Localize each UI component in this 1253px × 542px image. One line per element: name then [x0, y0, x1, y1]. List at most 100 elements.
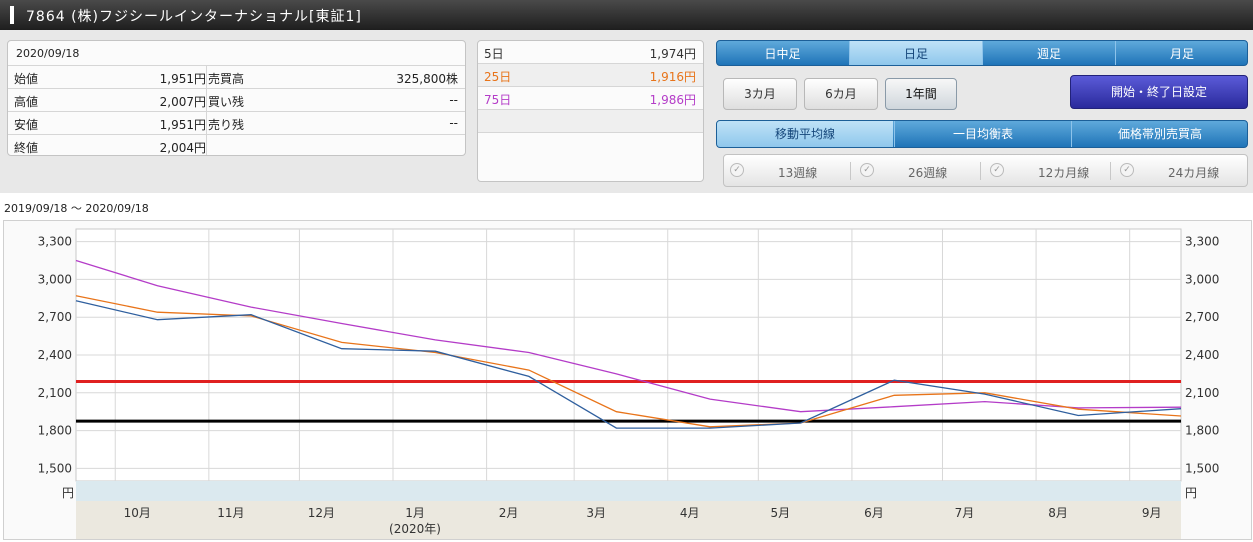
quote-row: 安値 1,951円 売り残 -- — [8, 111, 465, 134]
tab-intraday[interactable]: 日中足 — [717, 41, 848, 65]
quote-date: 2020/09/18 — [16, 47, 80, 60]
range-6m-button[interactable]: 6カ月 — [804, 78, 878, 110]
quote-value2: 325,800株 — [396, 72, 458, 86]
check-icon: ✓ — [990, 163, 1004, 177]
chart-date-range: 2019/09/18 〜 2020/09/18 — [4, 202, 149, 215]
quote-value2: -- — [449, 116, 458, 130]
x-tick-label: 7月 — [955, 506, 975, 520]
y-tick-label-left: 1,500 — [38, 461, 72, 475]
range-label: 3カ月 — [744, 87, 776, 101]
tab-weekly[interactable]: 週足 — [982, 41, 1115, 65]
x-tick-label: 6月 — [864, 506, 884, 520]
price-chart[interactable]: 3,300 3,300 3,000 3,000 2,700 2,700 2,400 2,400… — [3, 220, 1252, 540]
checkbox-label: 24カ月線 — [1168, 166, 1220, 180]
y-tick-label-left: 3,300 — [38, 235, 72, 249]
quote-row: 始値 1,951円 売買高 325,800株 — [8, 65, 465, 88]
y-tick-label-right: 2,400 — [1185, 348, 1219, 362]
ma-row-5: 5日 1,974円 — [478, 41, 703, 64]
y-tick-label-right: 2,700 — [1185, 310, 1219, 324]
x-tick-label: 3月 — [586, 506, 606, 520]
quote-label: 高値 — [14, 95, 39, 109]
y-tick-label-right: 1,800 — [1185, 424, 1219, 438]
tab-label: 月足 — [1169, 47, 1194, 61]
y-unit-right: 円 — [1185, 486, 1197, 500]
quote-card: 2020/09/18 始値 1,951円 売買高 325,800株 高値 2,0… — [7, 40, 466, 156]
chart-svg: 3,300 3,300 3,000 3,000 2,700 2,700 2,400 2,400… — [38, 228, 1219, 539]
tab-label: 日中足 — [764, 47, 801, 61]
ma-label: 25日 — [484, 70, 512, 84]
y-unit-left: 円 — [62, 486, 74, 500]
tab-label: 日足 — [903, 47, 928, 61]
ma-value: 1,986円 — [649, 93, 696, 107]
quote-value: 1,951円 — [159, 118, 206, 132]
checkbox-12m[interactable]: ✓ 12カ月線 — [984, 155, 1114, 186]
y-tick-label-right: 3,300 — [1185, 235, 1219, 249]
checkbox-label: 26週線 — [908, 166, 948, 180]
y-tick-label-right: 3,000 — [1185, 272, 1219, 286]
ma-label: 75日 — [484, 93, 512, 107]
ma-label: 5日 — [484, 47, 504, 61]
quote-value: 2,004円 — [159, 141, 206, 155]
y-tick-label-left: 2,700 — [38, 310, 72, 324]
checkbox-13w[interactable]: ✓ 13週線 — [724, 155, 854, 186]
quote-label2: 売買高 — [208, 72, 245, 86]
y-tick-label-left: 2,100 — [38, 386, 72, 400]
checkbox-24m[interactable]: ✓ 24カ月線 — [1114, 155, 1244, 186]
check-icon: ✓ — [860, 163, 874, 177]
date-range-button[interactable]: 開始・終了日設定 — [1070, 75, 1248, 109]
checkbox-26w[interactable]: ✓ 26週線 — [854, 155, 984, 186]
tab-daily[interactable]: 日足 — [849, 41, 982, 65]
quote-label: 安値 — [14, 118, 39, 132]
tab-monthly[interactable]: 月足 — [1115, 41, 1247, 65]
x-tick-label: 12月 — [308, 506, 335, 520]
date-range-label: 開始・終了日設定 — [1110, 85, 1207, 99]
page-title: 7864 (株)フジシールインターナショナル[東証1] — [26, 9, 362, 25]
ma-row-empty — [478, 110, 703, 133]
range-label: 1年間 — [905, 87, 937, 101]
y-tick-label-left: 2,400 — [38, 348, 72, 362]
x-tick-label: 9月 — [1142, 506, 1162, 520]
range-1y-button[interactable]: 1年間 — [885, 78, 957, 110]
quote-value: 2,007円 — [159, 95, 206, 109]
y-tick-label-right: 2,100 — [1185, 386, 1219, 400]
tab-label: 移動平均線 — [774, 127, 835, 141]
x-tick-label: 4月 — [680, 506, 700, 520]
indicator-tabs: 移動平均線 一目均衡表 価格帯別売買高 — [716, 120, 1248, 148]
ma-value: 1,916円 — [649, 70, 696, 84]
period-tabs: 日中足 日足 週足 月足 — [716, 40, 1248, 66]
tab-label: 一目均衡表 — [952, 127, 1013, 141]
checkbox-label: 13週線 — [778, 166, 818, 180]
tab-label: 価格帯別売買高 — [1117, 127, 1202, 141]
x-tick-label: 1月 — [405, 506, 425, 520]
range-3m-button[interactable]: 3カ月 — [723, 78, 797, 110]
x-tick-label: 5月 — [771, 506, 791, 520]
y-tick-label-left: 1,800 — [38, 424, 72, 438]
ma-row-75: 75日 1,986円 — [478, 87, 703, 110]
ma-row-25: 25日 1,916円 — [478, 64, 703, 87]
quote-label: 終値 — [14, 141, 39, 155]
quote-label: 始値 — [14, 72, 39, 86]
tab-label: 週足 — [1036, 47, 1061, 61]
title-accent — [10, 6, 14, 24]
y-tick-label-right: 1,500 — [1185, 461, 1219, 475]
x-tick-label: 2月 — [499, 506, 519, 520]
x-tick-label: 10月 — [124, 506, 151, 520]
x-tick-label: 11月 — [217, 506, 244, 520]
quote-value2: -- — [449, 93, 458, 107]
quote-row: 高値 2,007円 買い残 -- — [8, 88, 465, 111]
x-sublabel: (2020年) — [389, 522, 441, 536]
overlay-checkboxes: ✓ 13週線 ✓ 26週線 ✓ 12カ月線 ✓ 24カ月線 — [723, 154, 1248, 187]
checkbox-label: 12カ月線 — [1038, 166, 1090, 180]
check-icon: ✓ — [1120, 163, 1134, 177]
tab-moving-average[interactable]: 移動平均線 — [717, 121, 893, 147]
quote-row: 終値 2,004円 — [8, 134, 465, 155]
check-icon: ✓ — [730, 163, 744, 177]
title-bar: 7864 (株)フジシールインターナショナル[東証1] — [0, 0, 1253, 30]
volume-band — [76, 481, 1181, 501]
quote-label2: 買い残 — [208, 95, 245, 109]
ma-card: 5日 1,974円 25日 1,916円 75日 1,986円 — [477, 40, 704, 182]
quote-label2: 売り残 — [208, 118, 245, 132]
tab-volume-profile[interactable]: 価格帯別売買高 — [1071, 121, 1247, 147]
tab-ichimoku[interactable]: 一目均衡表 — [894, 121, 1071, 147]
ma-value: 1,974円 — [649, 47, 696, 61]
